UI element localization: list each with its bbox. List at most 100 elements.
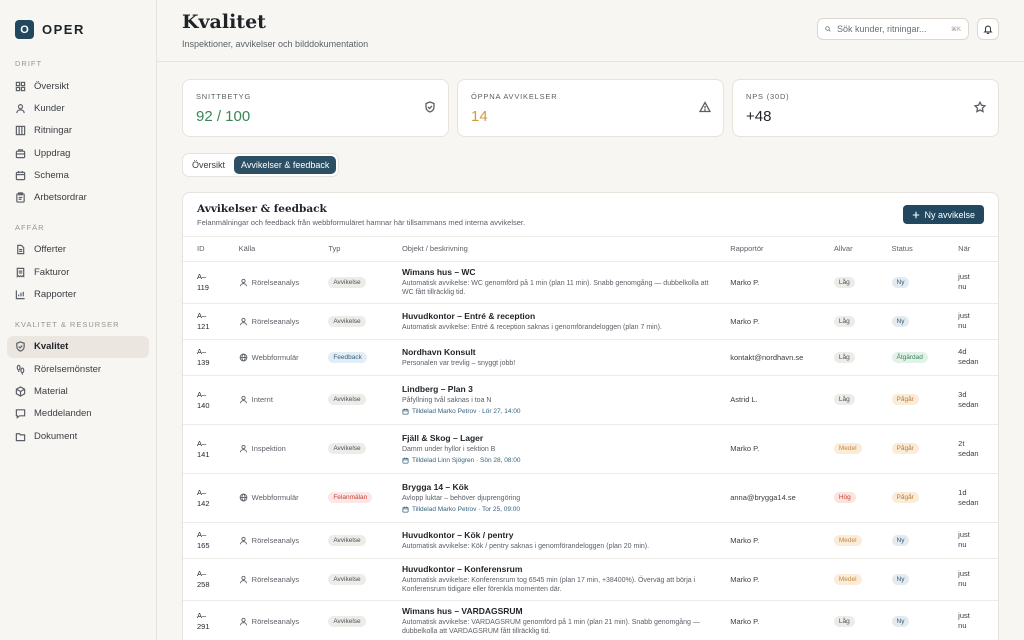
sidebar-item-label: Offerter	[34, 244, 67, 256]
row-title[interactable]: Huvudkontor – Entré & reception	[402, 311, 712, 321]
row-reporter: Marko P.	[730, 424, 834, 474]
table-row[interactable]: A– 165 Rörelseanalys Avvikelse Huvudkontor –…	[183, 522, 998, 559]
sidebar-item-rapporter[interactable]: Rapporter	[7, 284, 149, 306]
column-header-objekt-beskrivning: Objekt / beskrivning	[401, 237, 731, 262]
row-description: Automatisk avvikelse: Entré & reception …	[401, 323, 662, 331]
row-when: 1d sedan	[958, 473, 998, 523]
row-title[interactable]: Huvudkontor – Kök / pentry	[402, 530, 712, 540]
row-source: Rörelseanalys	[239, 617, 329, 626]
sidebar: O OPER DRIFT Översikt Kunder Ritningar Uppdr…	[0, 0, 157, 640]
row-when-value: just	[958, 530, 970, 539]
tab-oversikt[interactable]: Översikt	[185, 156, 232, 174]
sidebar-item-dokument[interactable]: Dokument	[7, 425, 149, 447]
row-source: Rörelseanalys	[239, 575, 329, 584]
row-title[interactable]: Nordhavn Konsult	[402, 347, 712, 357]
sidebar-item-fakturor[interactable]: Fakturor	[7, 261, 149, 283]
row-description: Automatisk avvikelse: Konferensrum tog 6…	[401, 577, 696, 593]
row-when: 3d sedan	[958, 375, 998, 425]
row-when-value: 4d	[958, 347, 967, 356]
issues-card: Avvikelser & feedback Felanmälningar och…	[182, 192, 999, 640]
table-row[interactable]: A– 119 Rörelseanalys Avvikelse Wimans hus – …	[183, 261, 998, 304]
row-title[interactable]: Huvudkontor – Konferensrum	[402, 564, 712, 574]
sidebar-item-schema[interactable]: Schema	[7, 165, 149, 187]
row-source: Webbformulär	[239, 493, 329, 502]
brand[interactable]: O OPER	[7, 20, 149, 39]
plus-icon	[913, 211, 920, 218]
person-icon	[239, 278, 247, 286]
status-badge: Ny	[891, 573, 910, 585]
message-icon	[15, 409, 26, 420]
table-row[interactable]: A– 139 Webbformulär Feedback Nordhavn Konsul…	[183, 339, 998, 376]
brand-name: OPER	[42, 22, 85, 37]
sidebar-item-uppdrag[interactable]: Uppdrag	[7, 142, 149, 164]
severity-badge: Medel	[833, 534, 862, 546]
row-assignment: Tilldelad Marko Petrov · Tor 25, 09:00	[402, 506, 712, 513]
row-title[interactable]: Brygga 14 – Kök	[402, 482, 712, 492]
row-description: Avlopp luktar – behöver djuprengöring	[401, 495, 521, 502]
receipt-icon	[16, 267, 25, 278]
sidebar-item-label: Rapporter	[34, 289, 77, 301]
row-when: just nu	[958, 522, 998, 559]
row-description: Påfyllning tvål saknas i toa N	[401, 397, 492, 404]
row-source-label: Rörelseanalys	[251, 535, 300, 545]
sidebar-item-kunder[interactable]: Kunder	[7, 97, 149, 119]
row-source: Inspektion	[239, 444, 329, 453]
row-when: just nu	[958, 303, 998, 340]
sidebar-item-label: Rörelsemönster	[34, 363, 102, 375]
type-badge: Avvikelse	[328, 615, 366, 627]
page-subtitle: Inspektioner, avvikelser och bilddokumen…	[182, 39, 369, 49]
notifications-button[interactable]	[977, 18, 999, 40]
row-description: Personalen var trevlig – snyggt jobb!	[401, 359, 516, 367]
type-badge: Avvikelse	[328, 443, 366, 454]
search-box[interactable]: ⌘K	[817, 18, 969, 40]
row-when-unit: nu	[958, 579, 967, 588]
table-row[interactable]: A– 140 Internt Avvikelse Lindberg – Plan 3 På…	[183, 375, 998, 425]
new-issue-button[interactable]: Ny avvikelse	[903, 205, 984, 224]
row-reporter: Marko P.	[730, 600, 834, 640]
row-when: just nu	[958, 261, 998, 304]
row-title[interactable]: Wimans hus – WC	[402, 267, 712, 277]
sidebar-item-ritningar[interactable]: Ritningar	[7, 120, 149, 142]
sidebar-item-kvalitet[interactable]: Kvalitet	[7, 335, 149, 358]
sidebar-item-rorelsemonster[interactable]: Rörelsemönster	[7, 358, 149, 380]
severity-badge: Låg	[833, 315, 855, 327]
type-badge: Feedback	[328, 351, 367, 363]
person-icon	[239, 317, 247, 325]
globe-icon	[239, 493, 247, 502]
row-id-number: 258	[197, 580, 210, 589]
bell-icon	[983, 25, 993, 34]
row-reporter: kontakt@nordhavn.se	[730, 339, 834, 376]
row-id: A– 119	[183, 261, 239, 304]
calendar-icon	[402, 408, 409, 415]
table-row[interactable]: A– 121 Rörelseanalys Avvikelse Huvudkontor –…	[183, 303, 998, 340]
search-input[interactable]	[836, 24, 945, 34]
sidebar-section-label: DRIFT	[15, 59, 43, 68]
table-row[interactable]: A– 142 Webbformulär Felanmälan Brygga 14 – K…	[183, 473, 998, 523]
sidebar-item-arbetsordrar[interactable]: Arbetsordrar	[7, 187, 149, 209]
row-when-unit: sedan	[958, 497, 979, 507]
row-when-value: just	[958, 311, 970, 320]
row-reporter: Marko P.	[730, 522, 834, 559]
severity-badge: Medel	[833, 443, 862, 454]
tab-avvikelser-feedback[interactable]: Avvikelser & feedback	[234, 156, 337, 174]
row-title[interactable]: Fjäll & Skog – Lager	[402, 433, 712, 443]
row-source: Internt	[239, 395, 329, 404]
row-reporter: Marko P.	[730, 558, 834, 601]
sidebar-item-offerter[interactable]: Offerter	[7, 239, 149, 261]
row-description: Automatisk avvikelse: VARDAGSRUM genomfö…	[401, 619, 700, 635]
table-row[interactable]: A– 141 Inspektion Avvikelse Fjäll & Skog – L…	[183, 424, 998, 474]
sidebar-item-meddelanden[interactable]: Meddelanden	[7, 403, 149, 425]
new-issue-label: Ny avvikelse	[924, 209, 975, 220]
row-description: Automatisk avvikelse: Kök / pentry sakna…	[401, 542, 650, 550]
status-badge: Ny	[891, 276, 910, 288]
brand-logo: O	[15, 20, 34, 39]
sidebar-item-material[interactable]: Material	[7, 381, 149, 403]
row-id: A– 258	[183, 558, 239, 601]
sidebar-item-oversikt[interactable]: Översikt	[7, 75, 149, 97]
person-icon	[239, 395, 247, 404]
row-title[interactable]: Lindberg – Plan 3	[402, 384, 712, 394]
stat-card-snittbetyg: SNITTBETYG 92 / 100	[182, 79, 449, 137]
table-row[interactable]: A– 291 Rörelseanalys Avvikelse Wimans hus – …	[183, 600, 998, 640]
table-row[interactable]: A– 258 Rörelseanalys Avvikelse Huvudkontor –…	[183, 558, 998, 601]
row-title[interactable]: Wimans hus – VARDAGSRUM	[402, 606, 712, 616]
